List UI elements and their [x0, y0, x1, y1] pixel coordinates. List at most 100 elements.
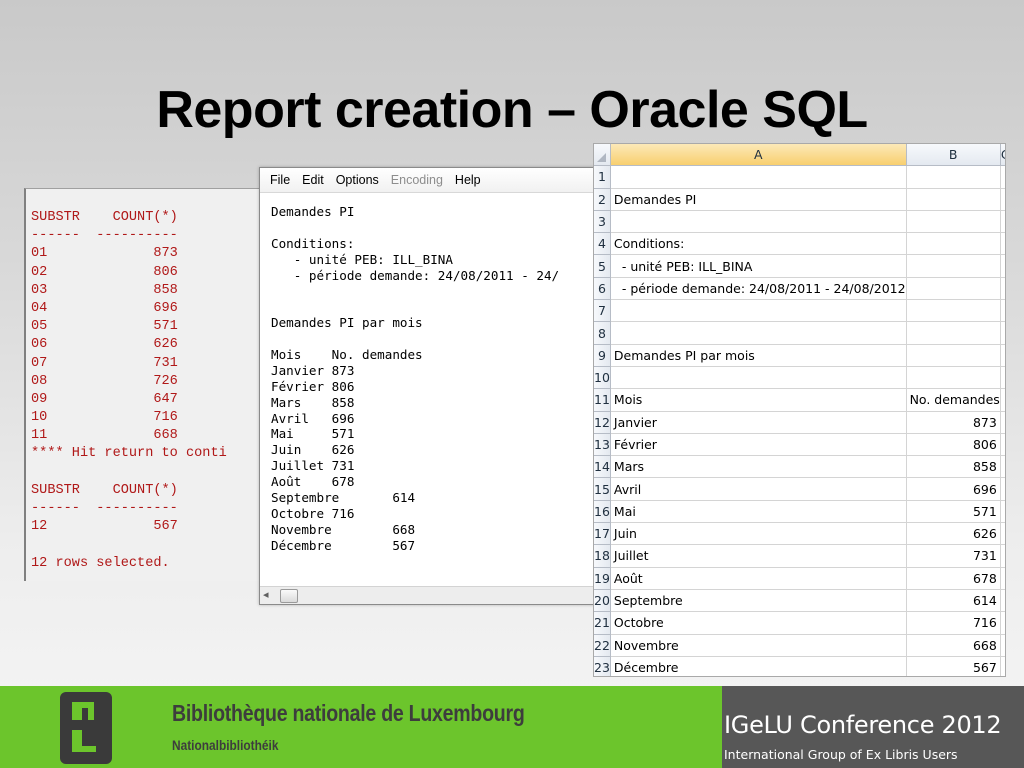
cell-b[interactable] — [906, 232, 1001, 256]
row-header[interactable]: 21 — [594, 611, 611, 635]
row-header[interactable]: 20 — [594, 589, 611, 613]
cell-a[interactable]: Mois — [610, 388, 907, 412]
cell-c[interactable] — [1000, 344, 1005, 367]
select-all-corner[interactable] — [594, 144, 611, 167]
cell-a[interactable]: Février — [610, 433, 907, 457]
cell-c[interactable] — [1000, 433, 1005, 457]
cell-c[interactable] — [1000, 477, 1005, 501]
menu-file[interactable]: File — [264, 173, 296, 187]
cell-c[interactable] — [1000, 188, 1005, 211]
cell-b[interactable]: 731 — [906, 544, 1001, 568]
menu-options[interactable]: Options — [330, 173, 385, 187]
cell-c[interactable] — [1000, 299, 1005, 323]
cell-b[interactable]: 873 — [906, 411, 1001, 434]
cell-c[interactable] — [1000, 567, 1005, 590]
cell-a[interactable]: Octobre — [610, 611, 907, 635]
cell-a[interactable]: Janvier — [610, 411, 907, 434]
cell-b[interactable]: 614 — [906, 589, 1001, 613]
cell-b[interactable]: 626 — [906, 522, 1001, 546]
cell-b[interactable]: 678 — [906, 567, 1001, 590]
row-header[interactable]: 9 — [594, 344, 611, 367]
report-text-content[interactable]: Demandes PI Conditions: - unité PEB: ILL_… — [271, 204, 559, 554]
row-header[interactable]: 11 — [594, 388, 611, 412]
cell-a[interactable]: Septembre — [610, 589, 907, 613]
scroll-left-arrow-icon[interactable]: ◂ — [263, 588, 269, 601]
cell-c[interactable] — [1000, 522, 1005, 546]
menu-edit[interactable]: Edit — [296, 173, 330, 187]
cell-c[interactable] — [1000, 544, 1005, 568]
cell-c[interactable] — [1000, 210, 1005, 234]
cell-a[interactable]: Août — [610, 567, 907, 590]
row-header[interactable]: 14 — [594, 455, 611, 479]
cell-c[interactable] — [1000, 589, 1005, 613]
cell-c[interactable] — [1000, 634, 1005, 657]
cell-b[interactable]: 567 — [906, 656, 1001, 676]
row-header[interactable]: 22 — [594, 634, 611, 657]
row-header[interactable]: 1 — [594, 165, 611, 189]
cell-a[interactable] — [610, 366, 907, 390]
cell-c[interactable] — [1000, 321, 1005, 345]
row-header[interactable]: 12 — [594, 411, 611, 434]
cell-b[interactable] — [906, 277, 1001, 301]
row-header[interactable]: 18 — [594, 544, 611, 568]
row-header[interactable]: 15 — [594, 477, 611, 501]
column-header-a[interactable]: A — [610, 144, 907, 167]
menu-encoding[interactable]: Encoding — [385, 173, 449, 187]
cell-c[interactable] — [1000, 254, 1005, 278]
cell-a[interactable]: Demandes PI par mois — [610, 344, 907, 367]
row-header[interactable]: 13 — [594, 433, 611, 457]
row-header[interactable]: 2 — [594, 188, 611, 211]
cell-a[interactable]: Avril — [610, 477, 907, 501]
column-header-b[interactable]: B — [906, 144, 1001, 167]
row-header[interactable]: 10 — [594, 366, 611, 390]
cell-b[interactable]: 858 — [906, 455, 1001, 479]
row-header[interactable]: 3 — [594, 210, 611, 234]
cell-b[interactable] — [906, 366, 1001, 390]
cell-a[interactable] — [610, 299, 907, 323]
cell-b[interactable] — [906, 321, 1001, 345]
scrollbar-thumb[interactable] — [280, 589, 298, 603]
cell-a[interactable]: Mars — [610, 455, 907, 479]
cell-b[interactable] — [906, 165, 1001, 189]
cell-a[interactable]: Mai — [610, 500, 907, 524]
cell-a[interactable] — [610, 210, 907, 234]
cell-c[interactable] — [1000, 232, 1005, 256]
row-header[interactable]: 16 — [594, 500, 611, 524]
cell-c[interactable] — [1000, 455, 1005, 479]
cell-c[interactable] — [1000, 611, 1005, 635]
cell-b[interactable]: 716 — [906, 611, 1001, 635]
row-header[interactable]: 17 — [594, 522, 611, 546]
cell-a[interactable]: Conditions: — [610, 232, 907, 256]
cell-c[interactable] — [1000, 656, 1005, 676]
cell-a[interactable]: Décembre — [610, 656, 907, 676]
cell-b[interactable] — [906, 254, 1001, 278]
row-header[interactable]: 5 — [594, 254, 611, 278]
cell-a[interactable] — [610, 165, 907, 189]
cell-c[interactable] — [1000, 366, 1005, 390]
row-header[interactable]: 8 — [594, 321, 611, 345]
cell-c[interactable] — [1000, 277, 1005, 301]
cell-b[interactable] — [906, 188, 1001, 211]
column-header-c[interactable]: C — [1000, 144, 1005, 167]
cell-a[interactable]: - unité PEB: ILL_BINA — [610, 254, 907, 278]
row-header[interactable]: 4 — [594, 232, 611, 256]
menu-help[interactable]: Help — [449, 173, 487, 187]
cell-b[interactable] — [906, 344, 1001, 367]
cell-a[interactable]: Juin — [610, 522, 907, 546]
cell-a[interactable]: - période demande: 24/08/2011 - 24/08/20… — [610, 277, 907, 301]
horizontal-scrollbar[interactable]: ◂ — [260, 586, 605, 604]
row-header[interactable]: 23 — [594, 656, 611, 676]
cell-a[interactable]: Demandes PI — [610, 188, 907, 211]
cell-b[interactable]: 806 — [906, 433, 1001, 457]
cell-c[interactable] — [1000, 500, 1005, 524]
cell-b[interactable] — [906, 299, 1001, 323]
row-header[interactable]: 7 — [594, 299, 611, 323]
cell-b[interactable] — [906, 210, 1001, 234]
cell-c[interactable] — [1000, 411, 1005, 434]
cell-c[interactable] — [1000, 165, 1005, 189]
cell-b[interactable]: 571 — [906, 500, 1001, 524]
cell-b[interactable]: No. demandes — [906, 388, 1001, 412]
cell-a[interactable]: Novembre — [610, 634, 907, 657]
cell-c[interactable] — [1000, 388, 1005, 412]
row-header[interactable]: 19 — [594, 567, 611, 590]
